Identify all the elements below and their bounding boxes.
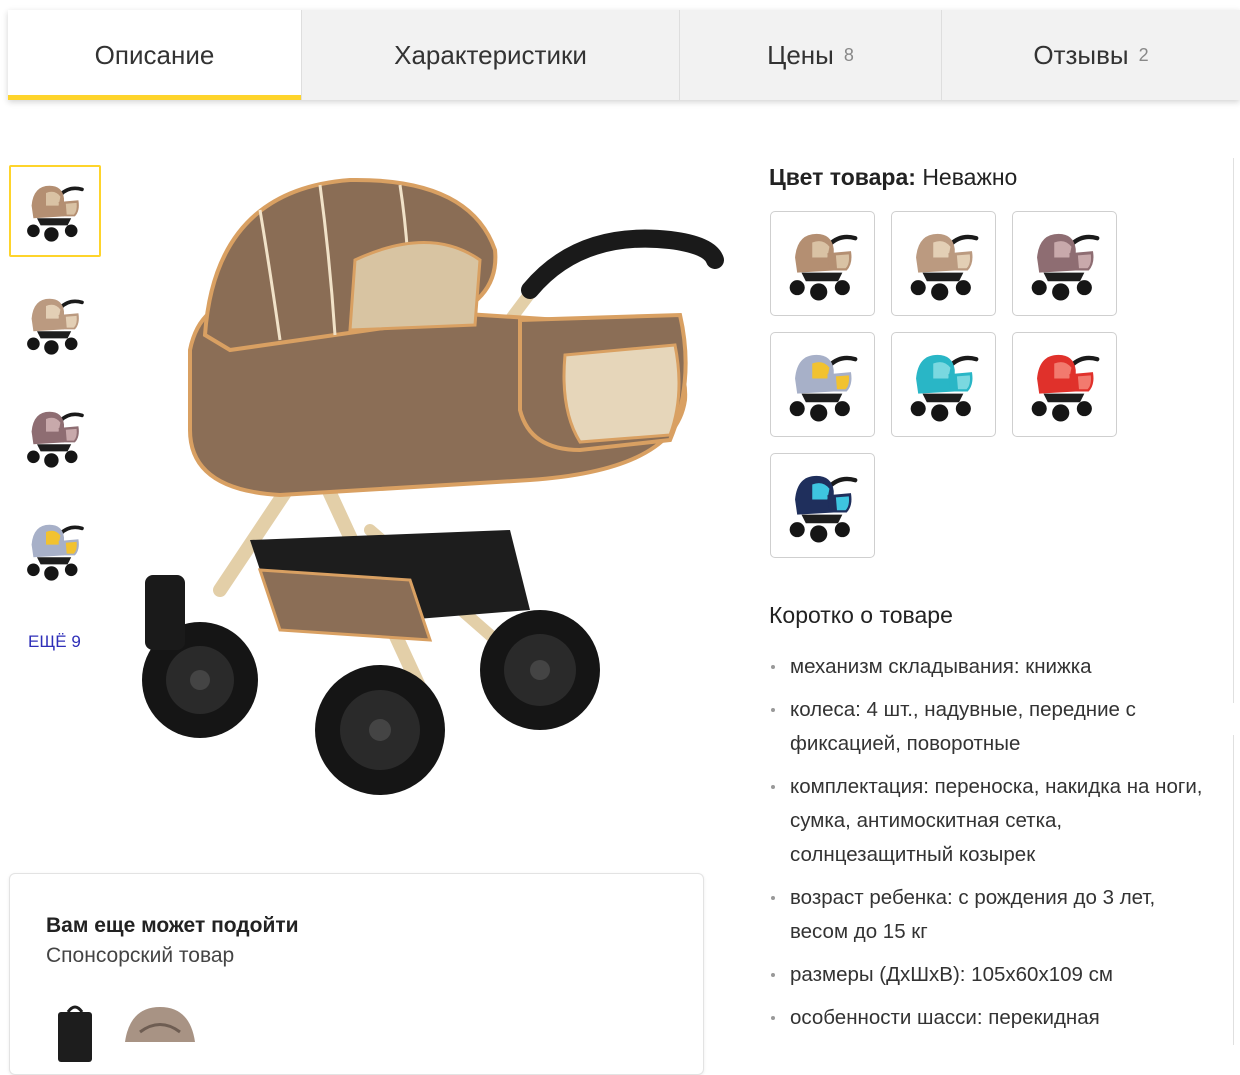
spec-item: возраст ребенка: с рождения до 3 лет, ве… xyxy=(769,881,1209,949)
gallery-thumbnails xyxy=(9,165,101,617)
more-photos-link[interactable]: ЕЩЁ 9 xyxy=(28,632,81,652)
stroller-icon xyxy=(27,298,84,355)
sponsored-stroller-image[interactable] xyxy=(120,1002,200,1062)
gallery-thumbnail[interactable] xyxy=(9,504,101,596)
rear-left-wheel xyxy=(315,665,445,795)
color-swatch[interactable] xyxy=(770,453,875,558)
main-product-image[interactable] xyxy=(110,150,750,830)
side-panel-edge xyxy=(1233,158,1240,703)
sponsored-subtitle: Спонсорский товар xyxy=(46,944,235,967)
stroller-icon xyxy=(27,411,84,468)
spec-item: колеса: 4 шт., надувные, передние с фикс… xyxy=(769,693,1209,761)
stroller-icon xyxy=(1031,354,1099,422)
rear-right-wheel xyxy=(480,610,600,730)
stroller-icon xyxy=(910,354,978,422)
stroller-icon xyxy=(789,354,857,422)
gallery-thumbnail[interactable] xyxy=(9,165,101,257)
color-swatch[interactable] xyxy=(770,332,875,437)
tab-count-badge: 8 xyxy=(843,44,854,65)
sponsored-title: Вам еще может подойти xyxy=(46,914,299,937)
short-description-heading: Коротко о товаре xyxy=(769,602,953,628)
spec-item: размеры (ДхШхВ): 105x60x109 см xyxy=(769,958,1209,992)
color-heading: Цвет товара: Неважно xyxy=(769,164,1017,191)
stroller-icon xyxy=(789,233,857,301)
spec-item: механизм складывания: книжка xyxy=(769,650,1209,684)
product-tabs: Описание Характеристики Цены 8 Отзывы 2 xyxy=(8,10,1240,100)
gallery-thumbnail[interactable] xyxy=(9,278,101,370)
color-heading-label: Цвет товара: xyxy=(769,164,916,190)
tab-prices[interactable]: Цены 8 xyxy=(680,10,942,100)
color-swatch[interactable] xyxy=(770,211,875,316)
stroller-icon xyxy=(789,475,857,543)
stroller-icon xyxy=(1031,233,1099,301)
tab-label: Характеристики xyxy=(394,39,587,70)
side-panel-edge xyxy=(1233,735,1240,1045)
tab-reviews[interactable]: Отзывы 2 xyxy=(942,10,1240,100)
spec-list: механизм складывания: книжка колеса: 4 ш… xyxy=(769,650,1209,1044)
stroller-illustration xyxy=(142,177,724,795)
spec-item: комплектация: переноска, накидка на ноги… xyxy=(769,770,1209,872)
stroller-icon xyxy=(910,233,978,301)
color-selected-value: Неважно xyxy=(922,164,1018,190)
color-swatch[interactable] xyxy=(891,332,996,437)
tab-count-badge: 2 xyxy=(1138,44,1149,65)
tab-specifications[interactable]: Характеристики xyxy=(302,10,680,100)
color-swatch[interactable] xyxy=(1012,332,1117,437)
sponsored-bag-image[interactable] xyxy=(50,1002,100,1062)
color-swatch[interactable] xyxy=(891,211,996,316)
stroller-icon xyxy=(27,524,84,581)
gallery-thumbnail[interactable] xyxy=(9,391,101,483)
tab-description[interactable]: Описание xyxy=(8,10,302,100)
color-swatch[interactable] xyxy=(1012,211,1117,316)
tab-label: Цены xyxy=(767,39,834,70)
tab-label: Описание xyxy=(94,39,215,70)
stroller-icon xyxy=(27,185,84,242)
tab-label: Отзывы xyxy=(1033,39,1129,70)
spec-item: особенности шасси: перекидная xyxy=(769,1001,1209,1035)
